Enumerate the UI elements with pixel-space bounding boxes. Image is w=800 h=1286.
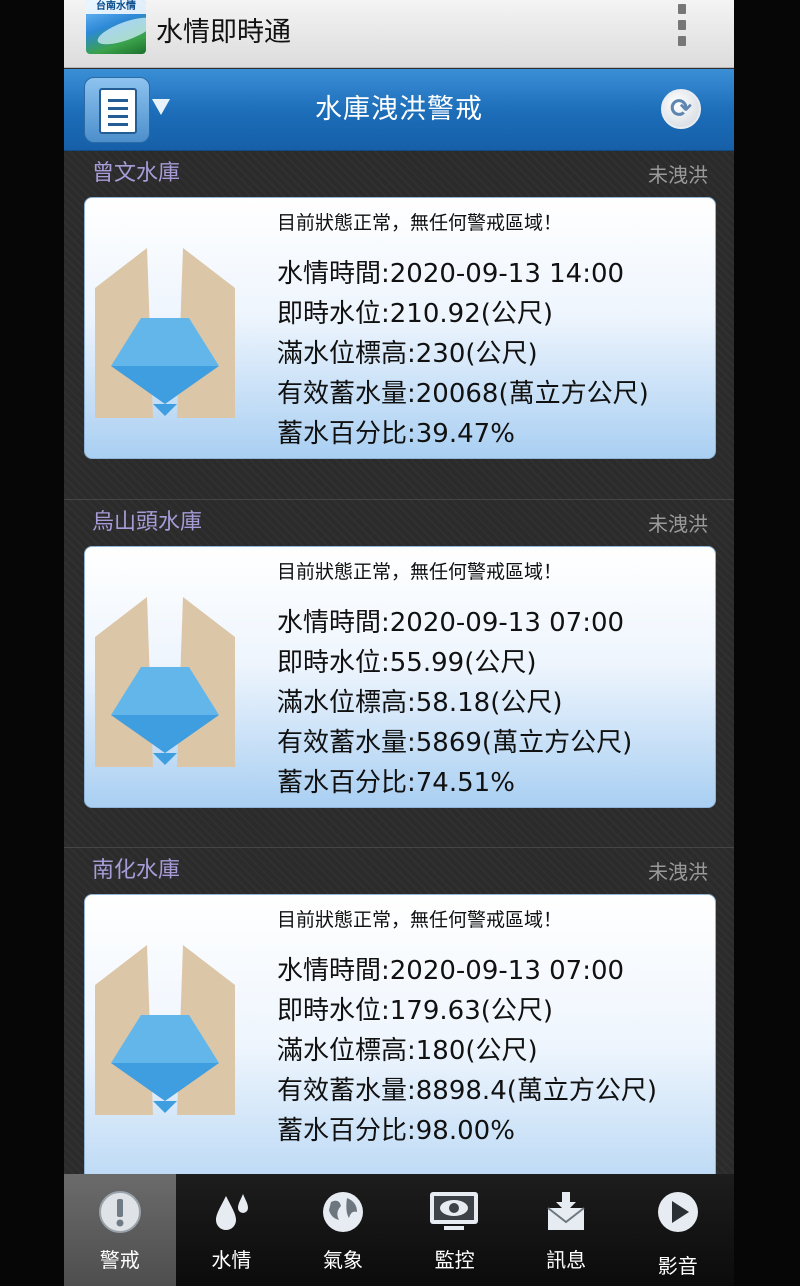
- nav-label: 影音: [657, 1254, 698, 1278]
- nav-label: 水情: [211, 1248, 252, 1272]
- nav-tab-monitor[interactable]: 監控: [399, 1174, 511, 1286]
- reservoir-name: 烏山頭水庫: [92, 510, 203, 535]
- page-title: 水庫洩洪警戒: [315, 94, 483, 125]
- full-level: 滿水位標高:58.18(公尺): [277, 688, 563, 718]
- water-time: 水情時間:2020-09-13 07:00: [277, 956, 625, 986]
- reservoir-name: 南化水庫: [92, 858, 181, 883]
- reservoir-name: 曾文水庫: [92, 161, 181, 186]
- list-item[interactable]: 曾文水庫 未洩洪 目前狀態正常，無任何警戒區域！ 水情時間:2020-09-13…: [64, 151, 734, 498]
- nav-tab-water[interactable]: 水情: [176, 1174, 288, 1286]
- reservoir-card[interactable]: 目前狀態正常，無任何警戒區域！ 水情時間:2020-09-13 07:00 即時…: [84, 894, 716, 1174]
- storage-percent: 蓄水百分比:74.51%: [277, 768, 515, 798]
- refresh-icon[interactable]: ⟳: [661, 89, 701, 129]
- nav-tab-message[interactable]: 訊息: [510, 1174, 622, 1286]
- mail-download-icon: [547, 1192, 585, 1230]
- water-time: 水情時間:2020-09-13 07:00: [277, 608, 625, 638]
- nav-label: 氣象: [322, 1248, 363, 1272]
- dam-icon: [95, 597, 235, 767]
- reservoir-card[interactable]: 目前狀態正常，無任何警戒區域！ 水情時間:2020-09-13 14:00 即時…: [84, 197, 716, 459]
- app-logo-text: 台南水情: [86, 0, 146, 14]
- list-item[interactable]: 南化水庫 未洩洪 目前狀態正常，無任何警戒區域！ 水情時間:2020-09-13…: [64, 847, 734, 1174]
- storage-percent: 蓄水百分比:39.47%: [277, 419, 515, 449]
- page-header: 水庫洩洪警戒 ⟳: [64, 69, 734, 151]
- overflow-menu-icon[interactable]: [672, 4, 692, 46]
- globe-icon: [323, 1192, 364, 1232]
- play-icon: [657, 1192, 698, 1232]
- alert-icon: [99, 1191, 141, 1233]
- alert-message: 目前狀態正常，無任何警戒區域！: [277, 909, 563, 931]
- water-drop-icon: [215, 1194, 248, 1230]
- nav-label: 監控: [434, 1248, 475, 1272]
- alert-message: 目前狀態正常，無任何警戒區域！: [277, 212, 563, 234]
- full-level: 滿水位標高:180(公尺): [277, 1036, 538, 1066]
- bottom-navigation: 警戒 水情 氣象 監控 訊息 影音: [64, 1174, 734, 1286]
- screen-bezel-right: [734, 0, 800, 1286]
- app-title: 水情即時通: [156, 17, 291, 48]
- water-level: 即時水位:55.99(公尺): [277, 648, 537, 678]
- nav-tab-weather[interactable]: 氣象: [287, 1174, 399, 1286]
- app-title-bar: 台南水情 水情即時通: [64, 0, 734, 68]
- effective-storage: 有效蓄水量:5869(萬立方公尺): [277, 728, 633, 758]
- spill-status: 未洩洪: [648, 860, 708, 884]
- nav-tab-alert[interactable]: 警戒: [64, 1174, 176, 1286]
- effective-storage: 有效蓄水量:8898.4(萬立方公尺): [277, 1076, 658, 1106]
- storage-percent: 蓄水百分比:98.00%: [277, 1116, 515, 1146]
- reservoir-card[interactable]: 目前狀態正常，無任何警戒區域！ 水情時間:2020-09-13 07:00 即時…: [84, 546, 716, 808]
- app-logo-icon: 台南水情: [86, 0, 146, 54]
- list-item[interactable]: 烏山頭水庫 未洩洪 目前狀態正常，無任何警戒區域！ 水情時間:2020-09-1…: [64, 499, 734, 846]
- dam-icon: [95, 248, 235, 418]
- spill-status: 未洩洪: [648, 163, 708, 187]
- nav-tab-video[interactable]: 影音: [622, 1174, 734, 1286]
- reservoir-list[interactable]: 曾文水庫 未洩洪 目前狀態正常，無任何警戒區域！ 水情時間:2020-09-13…: [64, 151, 734, 1174]
- water-level: 即時水位:210.92(公尺): [277, 299, 554, 329]
- water-level: 即時水位:179.63(公尺): [277, 996, 554, 1026]
- monitor-eye-icon: [429, 1192, 478, 1230]
- dam-icon: [95, 945, 235, 1115]
- screen-bezel-left: [0, 0, 64, 1286]
- nav-label: 訊息: [546, 1248, 587, 1272]
- full-level: 滿水位標高:230(公尺): [277, 339, 538, 369]
- effective-storage: 有效蓄水量:20068(萬立方公尺): [277, 379, 649, 409]
- water-time: 水情時間:2020-09-13 14:00: [277, 259, 625, 289]
- nav-label: 警戒: [99, 1248, 140, 1272]
- alert-message: 目前狀態正常，無任何警戒區域！: [277, 561, 563, 583]
- app-screen: 台南水情 水情即時通 水庫洩洪警戒 ⟳ 曾文水庫 未洩洪 目前狀態正常，無任何警…: [64, 0, 734, 1286]
- spill-status: 未洩洪: [648, 512, 708, 536]
